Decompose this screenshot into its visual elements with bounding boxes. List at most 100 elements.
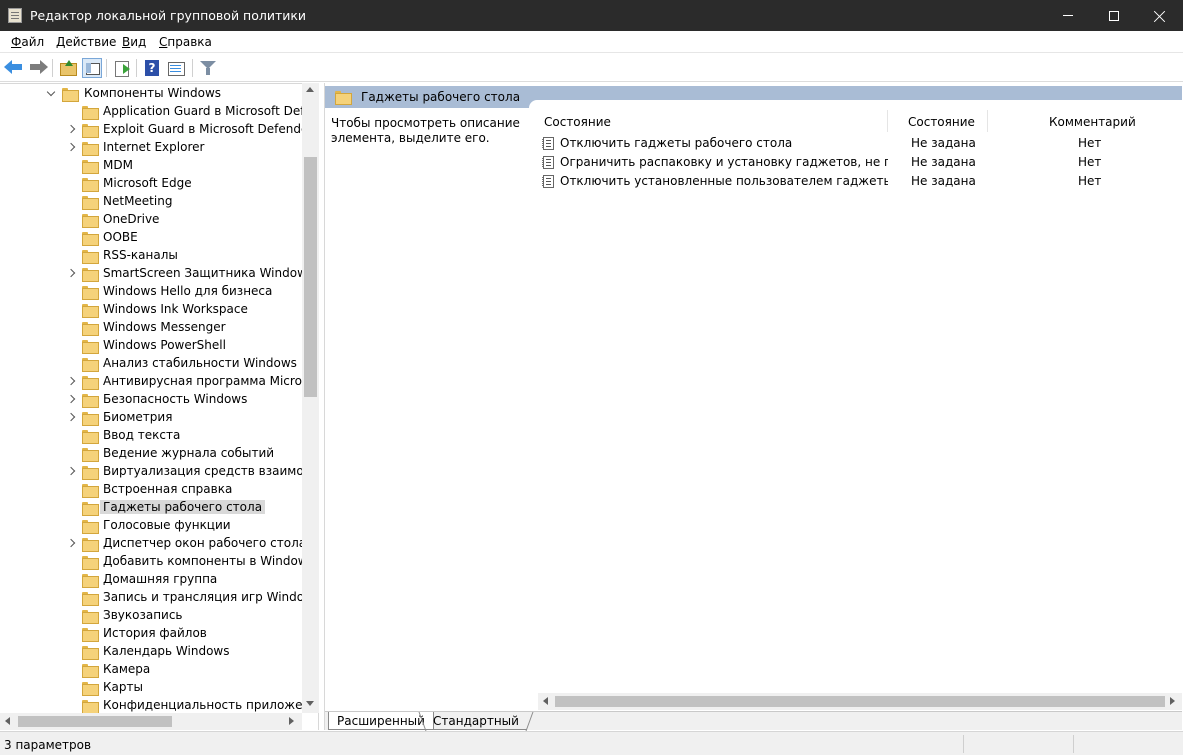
properties-icon[interactable] xyxy=(166,58,186,78)
chevron-right-icon[interactable] xyxy=(65,376,77,388)
scroll-thumb[interactable] xyxy=(555,696,1165,707)
column-separator[interactable] xyxy=(987,110,988,132)
list-header: Состояние Состояние Комментарий xyxy=(535,108,1182,133)
chevron-down-icon[interactable] xyxy=(45,88,57,100)
up-folder-icon[interactable] xyxy=(58,58,78,78)
tree-item-label: Календарь Windows xyxy=(103,644,230,658)
column-header-comment[interactable]: Комментарий xyxy=(1049,115,1136,129)
tab-extended[interactable]: Расширенный xyxy=(328,712,434,730)
scroll-thumb[interactable] xyxy=(18,716,172,727)
toolbar-separator xyxy=(106,59,107,77)
chevron-right-icon[interactable] xyxy=(65,268,77,280)
back-arrow-icon[interactable] xyxy=(4,58,24,78)
tree-item[interactable]: Встроенная справка xyxy=(0,481,302,499)
menu-help[interactable]: Справка xyxy=(159,35,212,49)
tree-item-label: MDM xyxy=(103,158,133,172)
tree-item[interactable]: Виртуализация средств взаимодействия с п… xyxy=(0,463,318,481)
chevron-right-icon[interactable] xyxy=(65,124,77,136)
tree-item[interactable]: Windows Hello для бизнеса xyxy=(0,283,302,301)
column-header-state[interactable]: Состояние xyxy=(908,115,975,129)
chevron-right-icon[interactable] xyxy=(65,538,77,550)
chevron-right-icon[interactable] xyxy=(65,466,77,478)
tree-item[interactable]: Антивирусная программа Microsoft Defende… xyxy=(0,373,318,391)
tree-item[interactable]: Анализ стабильности Windows xyxy=(0,355,302,373)
navigation-tree[interactable]: Компоненты Windows Application Guard в M… xyxy=(0,83,319,730)
scroll-down-icon[interactable] xyxy=(306,701,314,706)
tree-item[interactable]: Application Guard в Microsoft Defender xyxy=(0,103,318,121)
tree-item-windows-components[interactable]: Компоненты Windows xyxy=(0,85,302,103)
tree-item[interactable]: Голосовые функции xyxy=(0,517,302,535)
tree-item[interactable]: RSS-каналы xyxy=(0,247,302,265)
minimize-icon xyxy=(1063,15,1073,16)
policy-state: Не задана xyxy=(911,155,976,169)
minimize-button[interactable] xyxy=(1045,0,1091,31)
export-list-icon[interactable] xyxy=(112,58,132,78)
scroll-left-icon[interactable] xyxy=(5,717,10,725)
tab-standard[interactable]: Стандартный xyxy=(425,712,527,730)
tree-item[interactable]: Звукозапись xyxy=(0,607,302,625)
tree-item[interactable]: Камера xyxy=(0,661,302,679)
policy-name: Отключить гаджеты рабочего стола xyxy=(560,136,793,150)
tree-item-label: Встроенная справка xyxy=(103,482,233,496)
policy-row[interactable]: Ограничить распаковку и установку гаджет… xyxy=(541,153,1181,172)
tree-item[interactable]: MDM xyxy=(0,157,302,175)
tree-vertical-scrollbar[interactable] xyxy=(302,83,319,713)
tree-item[interactable]: Ведение журнала событий xyxy=(0,445,302,463)
tree-item[interactable]: Internet Explorer xyxy=(0,139,302,157)
tree-item[interactable]: Добавить компоненты в Windows 10 xyxy=(0,553,318,571)
tree-item[interactable]: Карты xyxy=(0,679,302,697)
folder-icon xyxy=(82,430,99,444)
tree-item[interactable]: OOBE xyxy=(0,229,302,247)
tree-item[interactable]: Windows PowerShell xyxy=(0,337,302,355)
show-hide-tree-icon[interactable] xyxy=(82,58,102,78)
list-horizontal-scrollbar[interactable] xyxy=(538,693,1182,710)
policy-name: Отключить установленные пользователем га… xyxy=(560,174,888,188)
menu-view[interactable]: Вид xyxy=(122,35,146,49)
tree-item[interactable]: SmartScreen Защитника Windows xyxy=(0,265,313,283)
help-icon[interactable] xyxy=(142,58,162,78)
folder-icon xyxy=(82,250,99,264)
policy-comment: Нет xyxy=(1078,155,1102,169)
close-button[interactable] xyxy=(1137,0,1183,31)
tree-item[interactable]: Microsoft Edge xyxy=(0,175,302,193)
tree-item[interactable]: Windows Ink Workspace xyxy=(0,301,302,319)
scroll-right-icon[interactable] xyxy=(1170,697,1175,705)
scroll-thumb[interactable] xyxy=(304,157,317,397)
tree-item[interactable]: Диспетчер окон рабочего стола xyxy=(0,535,306,553)
scroll-right-icon[interactable] xyxy=(289,717,294,725)
scroll-up-icon[interactable] xyxy=(306,87,314,92)
tree-item[interactable]: Exploit Guard в Microsoft Defender xyxy=(0,121,313,139)
toolbar xyxy=(0,54,1183,82)
policy-row[interactable]: Отключить гаджеты рабочего стола Не задан… xyxy=(541,134,1181,153)
scroll-left-icon[interactable] xyxy=(543,697,548,705)
tree-item[interactable]: OneDrive xyxy=(0,211,302,229)
policy-comment: Нет xyxy=(1078,174,1102,188)
tree-item[interactable]: NetMeeting xyxy=(0,193,302,211)
tree-item-label: История файлов xyxy=(103,626,207,640)
tree-item[interactable]: Календарь Windows xyxy=(0,643,302,661)
tree-item-label: Камера xyxy=(103,662,151,676)
chevron-right-icon[interactable] xyxy=(65,142,77,154)
tree-item[interactable]: Гаджеты рабочего стола xyxy=(0,499,302,517)
tree-item-label: Добавить компоненты в Windows 10 xyxy=(103,554,319,568)
menu-file[interactable]: Файл xyxy=(11,35,44,49)
menu-action[interactable]: Действие xyxy=(56,35,116,49)
tree-item[interactable]: Безопасность Windows xyxy=(0,391,302,409)
tree-item[interactable]: Биометрия xyxy=(0,409,302,427)
column-header-setting[interactable]: Состояние xyxy=(544,115,611,129)
policy-row[interactable]: Отключить установленные пользователем га… xyxy=(541,172,1181,191)
tree-item[interactable]: История файлов xyxy=(0,625,302,643)
column-separator[interactable] xyxy=(887,110,888,132)
maximize-button[interactable] xyxy=(1091,0,1137,31)
tree-horizontal-scrollbar[interactable] xyxy=(0,713,302,730)
chevron-right-icon[interactable] xyxy=(65,394,77,406)
tree-item[interactable]: Windows Messenger xyxy=(0,319,302,337)
tree-item-label: Windows Hello для бизнеса xyxy=(103,284,273,298)
tree-item[interactable]: Ввод текста xyxy=(0,427,302,445)
forward-arrow-icon[interactable] xyxy=(28,58,48,78)
tree-item-label: SmartScreen Защитника Windows xyxy=(103,266,314,280)
tree-item[interactable]: Запись и трансляция игр Windows xyxy=(0,589,318,607)
tree-item[interactable]: Домашняя группа xyxy=(0,571,302,589)
chevron-right-icon[interactable] xyxy=(65,412,77,424)
filter-icon[interactable] xyxy=(198,58,218,78)
